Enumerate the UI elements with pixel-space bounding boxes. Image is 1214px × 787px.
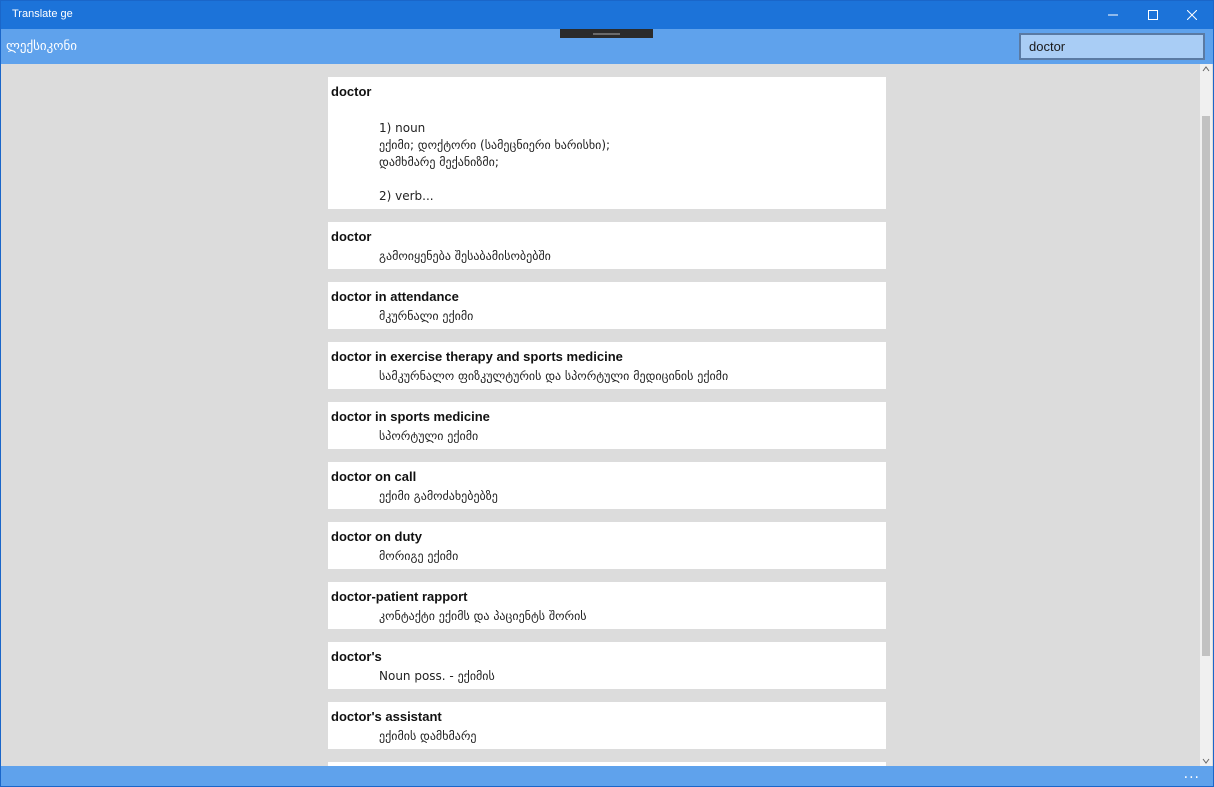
result-translation: მკურნალი ექიმი: [379, 309, 474, 323]
bottom-app-bar: ...: [0, 766, 1214, 787]
result-item[interactable]: doctor in exercise therapy and sports me…: [328, 342, 886, 389]
scroll-down-icon[interactable]: [1202, 758, 1210, 764]
window-title: Translate ge: [12, 8, 73, 20]
result-item[interactable]: doctor's assistant ექიმის დამხმარე: [328, 702, 886, 749]
drag-handle[interactable]: [560, 29, 653, 38]
result-item[interactable]: doctor 1) noun ექიმი; დოქტორი (სამეცნიერი…: [328, 77, 886, 209]
result-item[interactable]: doctor in attendance მკურნალი ექიმი: [328, 282, 886, 329]
result-translation: სპორტული ექიმი: [379, 429, 479, 443]
grip-icon: [593, 33, 620, 35]
result-item[interactable]: doctor-patient rapport კონტაქტი ექიმს და …: [328, 582, 886, 629]
result-headword: doctor: [331, 84, 372, 99]
result-headword: doctor in attendance: [331, 289, 459, 304]
result-translation: ექიმის დამხმარე: [379, 729, 477, 743]
result-headword: doctor on duty: [331, 529, 422, 544]
more-button[interactable]: ...: [1184, 766, 1200, 782]
result-headword: doctor's: [331, 649, 382, 664]
results-list: doctor 1) noun ექიმი; დოქტორი (სამეცნიერი…: [328, 77, 886, 766]
minimize-button[interactable]: [1093, 0, 1132, 29]
results-area: doctor 1) noun ექიმი; დოქტორი (სამეცნიერი…: [0, 64, 1214, 766]
result-headword: doctor in sports medicine: [331, 409, 490, 424]
scroll-up-icon[interactable]: [1202, 66, 1210, 72]
app-title: ლექსიკონი: [6, 39, 77, 54]
search-input[interactable]: [1019, 33, 1205, 60]
result-item[interactable]: doctor in sports medicine სპორტული ექიმი: [328, 402, 886, 449]
maximize-icon: [1147, 9, 1158, 20]
close-icon: [1186, 9, 1197, 20]
result-item[interactable]: doctor on duty მორიგე ექიმი: [328, 522, 886, 569]
app-bar: ლექსიკონი: [0, 29, 1214, 64]
result-item[interactable]: doctor on call ექიმი გამოძახებებზე: [328, 462, 886, 509]
result-translation: 1) noun ექიმი; დოქტორი (სამეცნიერი ხარის…: [379, 121, 611, 203]
result-headword: doctor in exercise therapy and sports me…: [331, 349, 623, 364]
result-translation: სამკურნალო ფიზკულტურის და სპორტული მედიც…: [379, 369, 729, 383]
result-item[interactable]: doctor გამოიყენება შესაბამისობებში: [328, 222, 886, 269]
result-headword: doctor: [331, 229, 372, 244]
result-translation: კონტაქტი ექიმს და პაციენტს შორის: [379, 609, 587, 623]
minimize-icon: [1107, 14, 1118, 15]
close-button[interactable]: [1172, 0, 1211, 29]
result-translation: Noun poss. - ექიმის: [379, 669, 495, 683]
scrollbar[interactable]: [1200, 64, 1212, 766]
scrollbar-thumb[interactable]: [1202, 116, 1210, 656]
result-translation: გამოიყენება შესაბამისობებში: [379, 249, 551, 263]
result-item[interactable]: doctor's Noun poss. - ექიმის: [328, 642, 886, 689]
result-headword: doctor's assistant: [331, 709, 442, 724]
title-bar: Translate ge: [0, 0, 1214, 29]
result-translation: მორიგე ექიმი: [379, 549, 459, 563]
maximize-button[interactable]: [1133, 0, 1172, 29]
result-headword: doctor-patient rapport: [331, 589, 468, 604]
result-headword: doctor on call: [331, 469, 417, 484]
result-translation: ექიმი გამოძახებებზე: [379, 489, 498, 503]
